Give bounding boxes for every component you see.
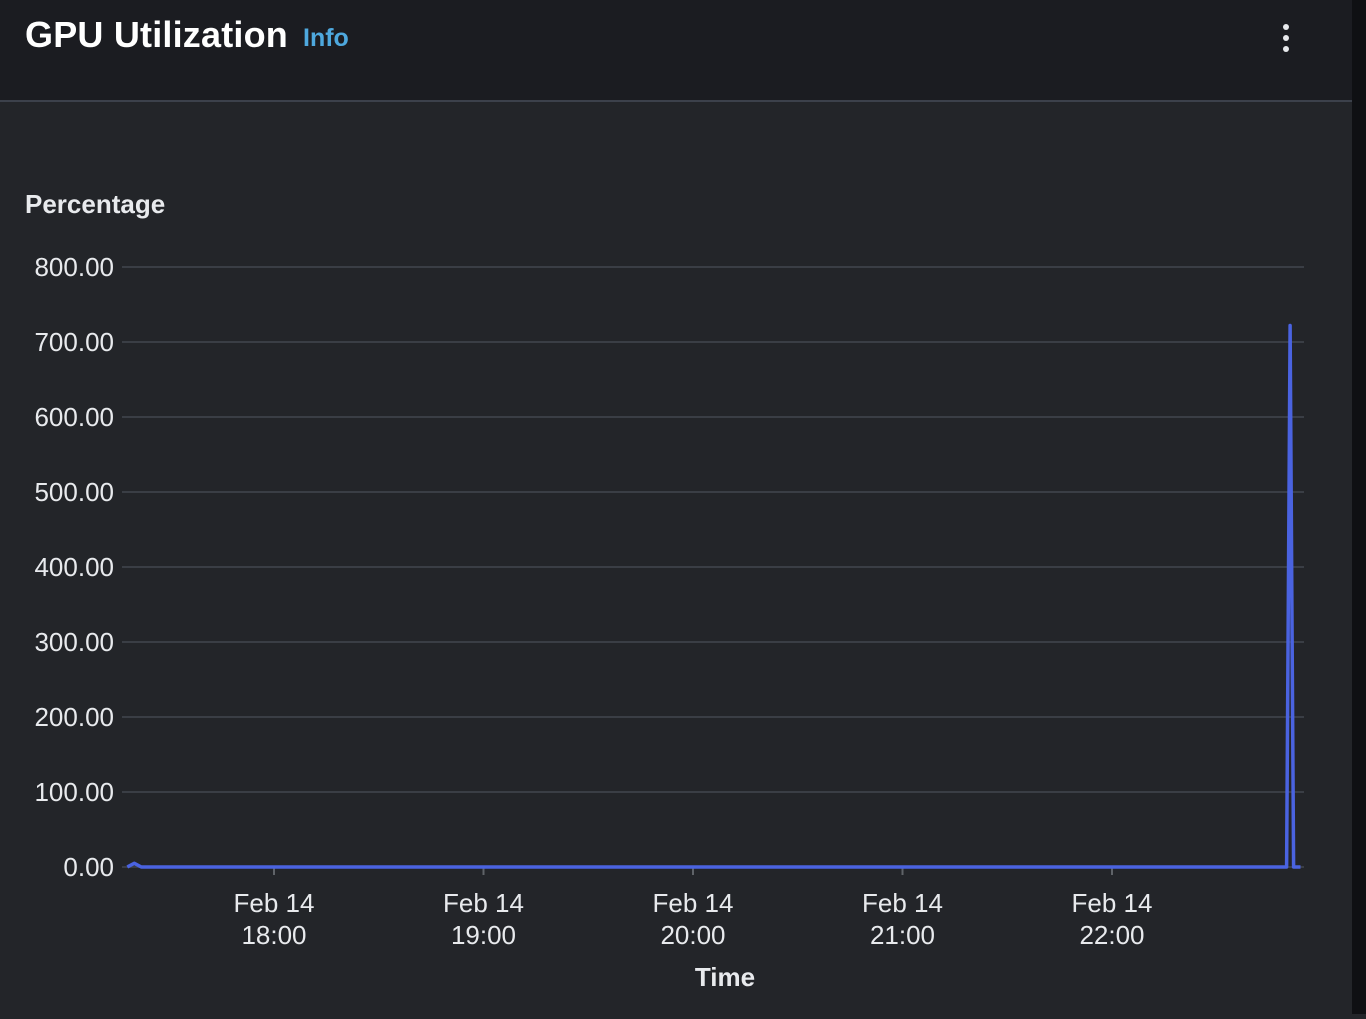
- x-tick-time-label: 20:00: [660, 920, 725, 950]
- series-line: [127, 326, 1300, 868]
- y-tick-label: 400.00: [34, 552, 114, 582]
- x-tick-date-label: Feb 14: [862, 888, 943, 918]
- x-tick-date-label: Feb 14: [1072, 888, 1153, 918]
- y-axis-label: Percentage: [25, 189, 165, 219]
- y-tick-label: 200.00: [34, 702, 114, 732]
- more-actions-button[interactable]: [1270, 18, 1302, 58]
- info-link[interactable]: Info: [303, 24, 349, 53]
- gpu-utilization-chart: Percentage 0.00 100.00 200.00 300.00 400.00 50…: [0, 102, 1352, 1014]
- y-tick-label: 500.00: [34, 477, 114, 507]
- vertical-dots-icon: [1270, 18, 1302, 58]
- x-tick-time-label: 18:00: [241, 920, 306, 950]
- y-tick-label: 300.00: [34, 627, 114, 657]
- y-tick-label: 100.00: [34, 777, 114, 807]
- y-tick-label: 800.00: [34, 252, 114, 282]
- x-tick-date-label: Feb 14: [653, 888, 734, 918]
- scrollbar-track: [1352, 0, 1366, 1014]
- y-tick-label: 700.00: [34, 327, 114, 357]
- widget-header: GPU Utilization Info: [0, 0, 1352, 102]
- y-tick-label: 0.00: [63, 852, 114, 882]
- x-tick-time-label: 21:00: [870, 920, 935, 950]
- x-tick-date-label: Feb 14: [443, 888, 524, 918]
- x-tick-time-label: 22:00: [1079, 920, 1144, 950]
- x-axis-label: Time: [695, 962, 755, 992]
- x-tick-time-label: 19:00: [451, 920, 516, 950]
- chart-panel: Percentage 0.00 100.00 200.00 300.00 400.00 50…: [0, 102, 1352, 1014]
- x-tick-date-label: Feb 14: [234, 888, 315, 918]
- widget-title: GPU Utilization: [25, 14, 288, 56]
- y-tick-label: 600.00: [34, 402, 114, 432]
